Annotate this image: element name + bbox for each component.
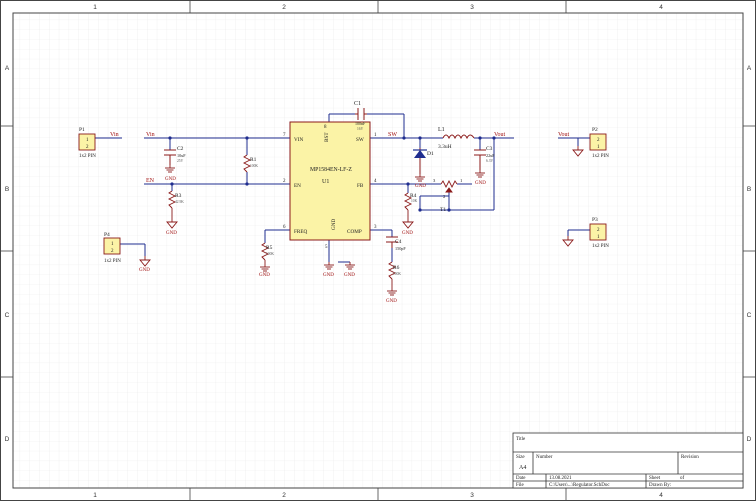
gnd-label: GND [386, 299, 397, 304]
net-label-vin: Vin [146, 132, 155, 138]
gnd-label: GND [323, 273, 334, 278]
frame-row-label: B [747, 186, 751, 193]
title-block [512, 432, 744, 489]
p2-type: 1x2 PIN [592, 154, 609, 159]
header-p1[interactable]: 1 2 [78, 133, 96, 151]
d1-ref: D1 [427, 151, 434, 157]
c1-value: 100nF [355, 121, 366, 126]
header-p2[interactable]: 2 1 [589, 133, 607, 151]
gnd-label: GND [259, 273, 270, 278]
frame-row-label: D [5, 436, 10, 443]
p1-type: 1x2 PIN [79, 154, 96, 159]
p3-type: 1x2 PIN [592, 244, 609, 249]
net-label-en: EN [146, 178, 155, 184]
date-label: Date [516, 476, 526, 481]
c1-ref: C1 [354, 101, 361, 107]
sheet-label: Sheet [649, 476, 661, 481]
frame-row-label: D [747, 436, 752, 443]
pin-label-comp: COMP [347, 229, 362, 235]
p1-ref: P1 [79, 127, 85, 133]
p2-ref: P2 [592, 127, 598, 133]
r5-value: 100K [266, 252, 274, 256]
frame-row-label: B [5, 186, 9, 193]
l1-ref: L1 [438, 127, 445, 133]
frame-row-label: C [5, 312, 10, 319]
net-label-vout: Vout [494, 132, 506, 138]
c2-value: 10uF [177, 153, 186, 158]
l1-value: 3.3uH [438, 144, 452, 150]
c3-ref: C3 [486, 146, 493, 152]
r6-ref: R6 [393, 265, 400, 271]
number-label: Number [536, 455, 553, 460]
t1-ref: T1 [440, 207, 446, 213]
r6-value: 100K [393, 272, 401, 276]
gnd-label: GND [475, 181, 486, 186]
frame-row-label: C [747, 312, 752, 319]
p4-ref: P4 [104, 232, 110, 238]
c4-ref: C4 [395, 239, 402, 245]
gnd-label: GND [139, 268, 150, 273]
r3-value: 42.9K [175, 200, 184, 204]
pin-label-bst: BST [324, 132, 330, 142]
header-p4[interactable]: 1 2 [103, 237, 121, 255]
frame-col-label: 2 [282, 4, 286, 11]
ic-designator: U1 [322, 179, 329, 185]
frame-col-label: 3 [470, 492, 474, 499]
gnd-label: GND [166, 231, 177, 236]
r5-ref: R5 [266, 245, 273, 251]
file-label: File [516, 483, 525, 488]
pin-label-freq: FREQ [294, 229, 308, 235]
of-label: of [680, 476, 685, 481]
size-label: Size [516, 455, 525, 460]
frame-col-label: 1 [93, 492, 97, 499]
frame-col-label: 1 [93, 4, 97, 11]
c3-rating: 6.3V [486, 159, 493, 163]
frame-col-label: 4 [659, 492, 663, 499]
gnd-label: GND [344, 273, 355, 278]
size-value: A4 [519, 465, 526, 471]
net-label-vin-p1: Vin [110, 132, 119, 138]
net-label-sw: SW [388, 132, 397, 138]
c2-rating: 25V [177, 159, 184, 163]
ic-u1[interactable]: VIN BST SW EN FB FREQ GND COMP MP1584EN-… [283, 121, 377, 250]
c1-rating: 16V [357, 127, 364, 131]
r1-value: 100K [250, 164, 258, 168]
r4-value: 10K [411, 199, 418, 203]
r3-ref: R3 [175, 193, 182, 199]
frame-row-label: A [747, 65, 752, 72]
gnd-label: GND [165, 177, 176, 182]
c3-value: 22uF [486, 153, 495, 158]
pin-label-fb: FB [357, 183, 364, 189]
p4-type: 1x2 PIN [104, 259, 121, 264]
pin-label-en: EN [294, 183, 301, 189]
pin-label-sw: SW [356, 137, 364, 143]
frame-col-label: 2 [282, 492, 286, 499]
frame-col-label: 3 [470, 4, 474, 11]
p3-ref: P3 [592, 217, 598, 223]
pin-label-gnd: GND [331, 219, 337, 230]
c2-ref: C2 [177, 146, 184, 152]
c4-value: 150pF [395, 246, 406, 251]
title-label: Title [516, 437, 526, 442]
pin-label-vin: VIN [294, 137, 303, 143]
gnd-label: GND [402, 231, 413, 236]
r1-ref: R1 [250, 157, 257, 163]
net-label-vout-p2: Vout [558, 132, 570, 138]
ic-part-name: MP1584EN-LF-Z [310, 167, 352, 173]
gnd-label: GND [415, 184, 426, 189]
schematic-sheet: 1 2 3 4 1 2 3 4 A B C D A B C D VIN BST … [0, 0, 756, 501]
revision-label: Revision [681, 455, 699, 460]
frame-col-label: 4 [659, 4, 663, 11]
frame-row-label: A [5, 65, 10, 72]
date-value: 13.08.2021 [549, 476, 572, 481]
drawn-by-label: Drawn By: [649, 483, 671, 488]
file-value: C:\Users\...\Regulator.SchDoc [549, 483, 610, 488]
header-p3[interactable]: 2 1 [589, 223, 607, 241]
